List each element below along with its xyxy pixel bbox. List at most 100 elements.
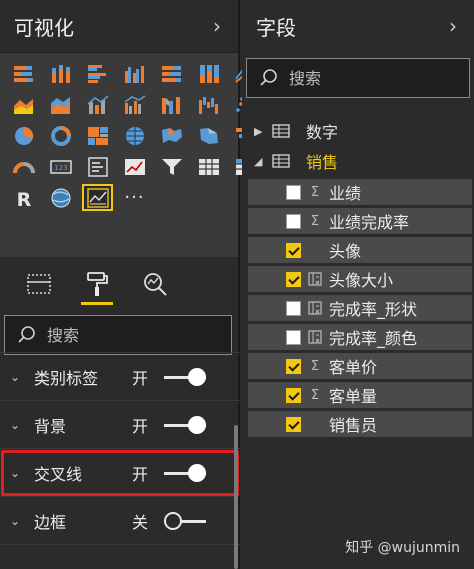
filled-map-icon[interactable]: [157, 123, 186, 148]
calculated-column-icon: [307, 300, 323, 316]
ribbon-chart-icon[interactable]: [157, 92, 186, 117]
treemap-icon[interactable]: [83, 123, 112, 148]
field-item[interactable]: 头像: [248, 237, 472, 263]
table-icon: [272, 124, 290, 138]
paint-roller-icon: [87, 272, 108, 296]
field-checkbox[interactable]: [286, 271, 301, 287]
sigma-icon: Σ: [310, 184, 320, 200]
field-checkbox[interactable]: [286, 358, 301, 374]
waterfall-chart-icon-glyph: [198, 96, 218, 114]
table-name: 销售: [306, 153, 339, 172]
clustered-bar-chart-icon[interactable]: [83, 61, 112, 86]
fields-tree: ▶ 数字 ◢ 销售 Σ 业绩 Σ 业绩完成率 头像 头像大小 完成率_形状 完成率_颜色 Σ 客单…: [242, 116, 474, 437]
100-stacked-bar-chart-icon[interactable]: [157, 61, 186, 86]
tab-analytics[interactable]: [136, 263, 174, 305]
format-section[interactable]: ⌄ 边框 关: [0, 497, 240, 545]
fields-search-box[interactable]: [246, 58, 470, 98]
field-item[interactable]: Σ 客单价: [248, 353, 472, 379]
arcgis-map-icon[interactable]: [46, 185, 75, 210]
line-and-stacked-column-chart-icon[interactable]: [83, 92, 112, 117]
section-toggle[interactable]: [164, 463, 206, 482]
chevron-down-icon[interactable]: ⌄: [10, 418, 24, 432]
kpi-icon-glyph: [124, 158, 145, 175]
table-node-sales[interactable]: ◢ 销售: [242, 146, 474, 176]
slicer-icon-glyph: [161, 158, 182, 175]
tab-fields-well[interactable]: [20, 263, 58, 305]
field-checkbox[interactable]: [286, 416, 301, 432]
format-section-name: 边框: [34, 512, 67, 532]
stacked-bar-chart-icon[interactable]: [9, 61, 38, 86]
svg-text:123: 123: [54, 164, 67, 172]
tab-format[interactable]: [78, 263, 116, 305]
field-item[interactable]: Σ 业绩完成率: [248, 208, 472, 234]
area-chart-icon[interactable]: [9, 92, 38, 117]
line-and-clustered-column-chart-icon[interactable]: [120, 92, 149, 117]
chevron-down-icon[interactable]: ⌄: [10, 466, 24, 480]
field-item[interactable]: 销售员: [248, 411, 472, 437]
format-section[interactable]: ⌄ 背景 开: [0, 401, 240, 449]
toggle-state-label: 开: [132, 368, 149, 388]
field-name: 业绩完成率: [329, 213, 410, 232]
custom-line-chart-icon[interactable]: [82, 184, 113, 211]
format-search-input[interactable]: [47, 325, 187, 345]
svg-text:R: R: [16, 189, 31, 209]
custom-line-chart-icon-glyph: [86, 187, 109, 208]
toggle-state-label: 开: [132, 464, 149, 484]
clustered-column-chart-icon[interactable]: [120, 61, 149, 86]
field-checkbox[interactable]: [286, 184, 301, 200]
field-checkbox[interactable]: [286, 329, 301, 345]
line-and-stacked-column-chart-icon-glyph: [86, 94, 109, 114]
slicer-icon[interactable]: [157, 154, 186, 179]
card-icon-glyph: 123: [49, 159, 72, 174]
r-script-visual-icon-glyph: R: [16, 189, 31, 209]
expand-triangle-icon[interactable]: ▶: [254, 125, 264, 138]
stacked-column-chart-icon-glyph: [51, 64, 70, 83]
stacked-area-chart-icon-glyph: [50, 96, 70, 114]
map-icon[interactable]: [120, 123, 149, 148]
gauge-icon[interactable]: [9, 154, 38, 179]
section-toggle[interactable]: [164, 511, 206, 530]
kpi-icon[interactable]: [120, 154, 149, 179]
shape-map-icon-glyph: [199, 127, 218, 144]
calculated-column-icon: [307, 271, 323, 287]
waterfall-chart-icon[interactable]: [194, 92, 223, 117]
multi-row-card-icon[interactable]: [83, 154, 112, 179]
collapse-visualizations-icon[interactable]: ›: [208, 15, 226, 37]
field-checkbox[interactable]: [286, 242, 301, 258]
card-icon[interactable]: 123: [46, 154, 75, 179]
format-section[interactable]: ⌄ 交叉线 开: [0, 449, 240, 497]
field-item[interactable]: Σ 客单量: [248, 382, 472, 408]
section-toggle[interactable]: [164, 415, 206, 434]
field-checkbox[interactable]: [286, 213, 301, 229]
field-item[interactable]: 完成率_颜色: [248, 324, 472, 350]
chevron-down-icon[interactable]: ⌄: [10, 370, 24, 384]
field-item[interactable]: 头像大小: [248, 266, 472, 292]
stacked-area-chart-icon[interactable]: [46, 92, 75, 117]
collapse-triangle-icon[interactable]: ◢: [254, 155, 264, 168]
100-stacked-column-chart-icon[interactable]: [194, 61, 223, 86]
donut-chart-icon-glyph: [50, 125, 71, 146]
more-icon[interactable]: ···: [120, 185, 149, 210]
section-toggle[interactable]: [164, 367, 206, 386]
field-name: 完成率_颜色: [329, 329, 418, 348]
field-checkbox[interactable]: [286, 300, 301, 316]
fields-search-input[interactable]: [289, 68, 429, 88]
field-item[interactable]: Σ 业绩: [248, 179, 472, 205]
toggle-state-label: 开: [132, 416, 149, 436]
r-script-visual-icon[interactable]: R: [9, 185, 38, 210]
collapse-fields-icon[interactable]: ›: [444, 15, 462, 37]
table-node-numbers[interactable]: ▶ 数字: [242, 116, 474, 146]
search-icon: [18, 326, 35, 343]
chevron-down-icon[interactable]: ⌄: [10, 514, 24, 528]
100-stacked-column-chart-icon-glyph: [199, 64, 219, 83]
pie-chart-icon[interactable]: [9, 123, 38, 148]
scrollbar[interactable]: [234, 425, 238, 569]
format-section[interactable]: ⌄ 类别标签 开: [0, 353, 240, 401]
visualizations-pane: 可视化 › 123R··· ⌄平面关⌄类别标签开⌄背景开⌄交叉线开⌄边框关: [0, 0, 256, 569]
table-icon[interactable]: [194, 154, 223, 179]
field-item[interactable]: 完成率_形状: [248, 295, 472, 321]
field-checkbox[interactable]: [286, 387, 301, 403]
donut-chart-icon[interactable]: [46, 123, 75, 148]
shape-map-icon[interactable]: [194, 123, 223, 148]
stacked-column-chart-icon[interactable]: [46, 61, 75, 86]
